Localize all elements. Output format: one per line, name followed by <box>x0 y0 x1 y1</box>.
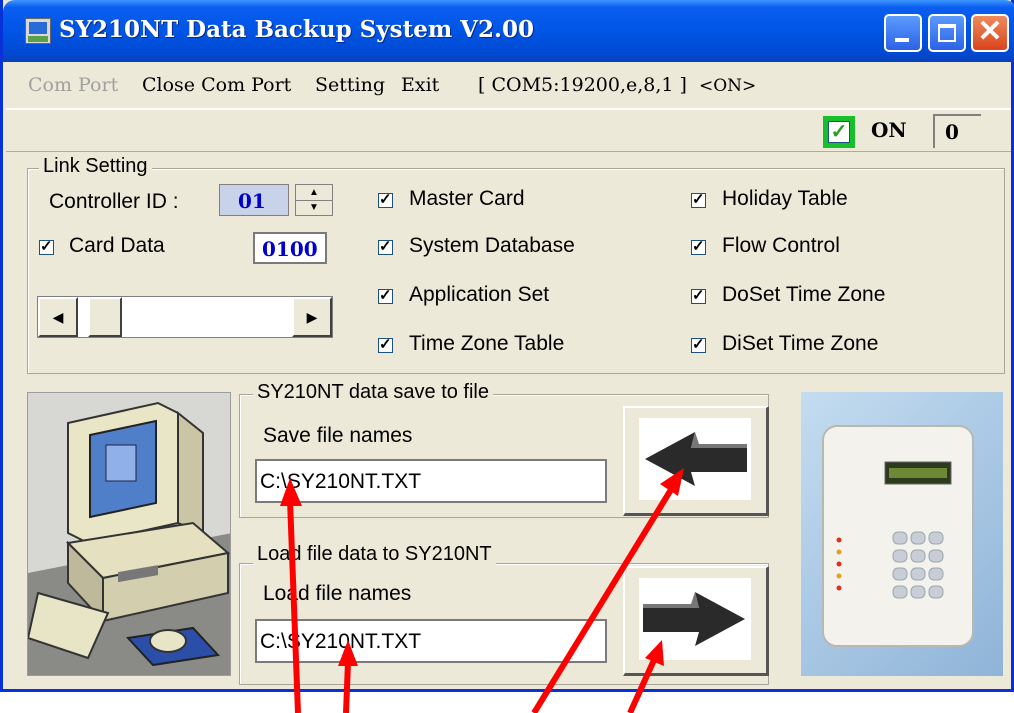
controller-id-spinner[interactable]: ▲ ▼ <box>295 184 333 216</box>
flow-control-checkbox[interactable] <box>691 237 706 255</box>
menu-exit[interactable]: Exit <box>401 74 439 96</box>
arrow-right-icon <box>643 592 745 646</box>
computer-icon <box>28 401 230 675</box>
menu-setting[interactable]: Setting <box>315 74 385 96</box>
device-illustration <box>801 392 1003 676</box>
holiday-table-checkbox[interactable] <box>691 190 706 208</box>
app-icon[interactable] <box>25 18 51 44</box>
option-label: Flow Control <box>722 234 840 257</box>
close-icon: ✕ <box>977 15 1003 48</box>
option-label: DoSet Time Zone <box>722 283 886 306</box>
maximize-icon <box>938 24 956 42</box>
option-label: Time Zone Table <box>409 332 565 355</box>
system-database-checkbox[interactable] <box>378 237 393 255</box>
load-group-title: Load file data to SY210NT <box>253 543 496 566</box>
load-file-input[interactable]: C:\SY210NT.TXT <box>255 619 607 663</box>
scroll-thumb[interactable] <box>88 297 122 337</box>
save-file-input[interactable]: C:\SY210NT.TXT <box>255 459 607 503</box>
menu-bar: Com Port Close Com Port Setting Exit [ C… <box>6 62 1011 108</box>
window-title: SY210NT Data Backup System V2.00 <box>59 16 535 43</box>
scroll-right-icon[interactable]: ▶ <box>292 297 332 337</box>
scroll-left-icon[interactable]: ◀ <box>38 297 78 337</box>
check-icon: ✓ <box>828 121 850 143</box>
menu-com-port[interactable]: Com Port <box>28 74 118 96</box>
spin-up-icon[interactable]: ▲ <box>296 185 332 201</box>
online-label: ON <box>871 118 907 142</box>
transfer-count: 0 <box>933 114 981 148</box>
card-data-scrollbar[interactable]: ◀ ▶ <box>37 296 333 338</box>
menu-close-com-port[interactable]: Close Com Port <box>142 74 291 96</box>
application-set-checkbox[interactable] <box>378 286 393 304</box>
maximize-button[interactable] <box>928 14 966 52</box>
spin-down-icon[interactable]: ▼ <box>296 200 332 215</box>
connection-status: <ON> <box>699 76 757 96</box>
option-label: Application Set <box>409 283 550 306</box>
arrow-left-icon <box>645 432 747 486</box>
online-checkbox[interactable]: ✓ <box>823 116 855 148</box>
controller-id-label: Controller ID : <box>49 190 179 213</box>
option-label: Master Card <box>409 187 525 210</box>
link-setting-title: Link Setting <box>39 155 152 178</box>
minimize-button[interactable] <box>884 14 922 52</box>
title-bar[interactable]: SY210NT Data Backup System V2.00 ✕ <box>3 0 1014 62</box>
time-zone-table-checkbox[interactable] <box>378 335 393 353</box>
minimize-icon <box>895 38 909 42</box>
com-port-info: [ COM5:19200,e,8,1 ] <box>478 74 687 96</box>
diset-time-zone-checkbox[interactable] <box>691 335 706 353</box>
access-controller-icon <box>822 425 974 647</box>
save-to-file-button[interactable] <box>623 406 769 516</box>
option-label: DiSet Time Zone <box>722 332 879 355</box>
status-bar <box>6 108 1011 152</box>
load-file-label: Load file names <box>263 582 412 605</box>
controller-id-field[interactable]: 01 <box>219 184 289 216</box>
app-window: SY210NT Data Backup System V2.00 ✕ Com P… <box>0 0 1014 692</box>
save-group-title: SY210NT data save to file <box>253 381 493 404</box>
doset-time-zone-checkbox[interactable] <box>691 286 706 304</box>
save-file-label: Save file names <box>263 424 413 447</box>
master-card-checkbox[interactable] <box>378 190 393 208</box>
close-button[interactable]: ✕ <box>971 14 1009 52</box>
card-data-checkbox[interactable] <box>39 237 54 255</box>
computer-illustration <box>27 392 231 676</box>
card-data-label: Card Data <box>69 234 165 257</box>
load-to-device-button[interactable] <box>623 566 769 676</box>
card-data-count: 0100 <box>253 232 327 264</box>
option-label: Holiday Table <box>722 187 848 210</box>
option-label: System Database <box>409 234 575 257</box>
